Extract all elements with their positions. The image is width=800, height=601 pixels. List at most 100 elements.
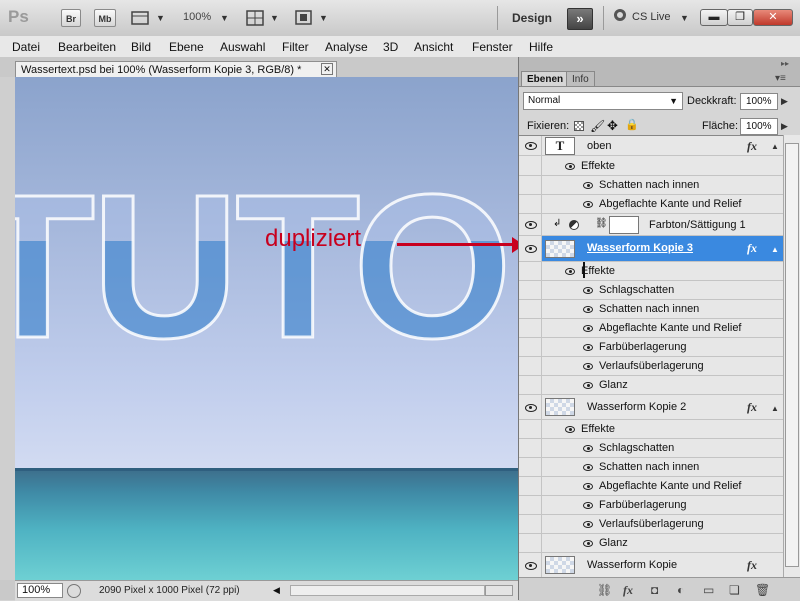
fx-icon[interactable]: fx	[747, 241, 757, 256]
effect-row[interactable]: Schatten nach innen	[519, 176, 783, 195]
eye-icon[interactable]	[525, 142, 537, 150]
view-extras-chevron-down-icon[interactable]: ▼	[156, 13, 165, 23]
arrange-documents-icon[interactable]	[246, 9, 268, 27]
opacity-slider-icon[interactable]: ▶	[781, 96, 788, 107]
new-layer-icon[interactable]: ❏	[729, 583, 740, 597]
effect-row[interactable]: Schlagschatten	[519, 439, 783, 458]
canvas[interactable]: TUTO TUTO TUTO	[15, 77, 518, 580]
status-info-icon[interactable]	[67, 584, 81, 598]
effect-row[interactable]: Abgeflachte Kante und Relief	[519, 195, 783, 214]
bridge-button[interactable]: Br	[61, 9, 81, 27]
new-group-icon[interactable]: ▭	[703, 583, 714, 597]
eye-icon[interactable]	[583, 483, 593, 490]
eye-icon[interactable]	[525, 404, 537, 412]
status-zoom-field[interactable]: 100%	[17, 583, 63, 598]
restore-button[interactable]: ❐	[727, 9, 753, 26]
layer-wasserform-kopie-3[interactable]: Wasserform Kopie 3 fx ▲	[519, 236, 783, 262]
effects-row[interactable]: Effekte	[519, 420, 783, 439]
lock-transparent-icon[interactable]	[574, 121, 584, 131]
view-extras-icon[interactable]	[131, 9, 153, 27]
eye-icon[interactable]	[583, 344, 593, 351]
arrange-chevron-down-icon[interactable]: ▼	[270, 13, 279, 23]
add-style-icon[interactable]: fx	[623, 583, 633, 598]
screen-mode-icon[interactable]	[294, 9, 316, 27]
eye-icon[interactable]	[583, 182, 593, 189]
zoom-chevron-down-icon[interactable]: ▼	[220, 13, 229, 23]
eye-icon[interactable]	[583, 445, 593, 452]
fx-icon[interactable]: fx	[747, 400, 757, 415]
screen-mode-chevron-down-icon[interactable]: ▼	[319, 13, 328, 23]
eye-icon[interactable]	[525, 245, 537, 253]
zoom-level[interactable]: 100%	[183, 11, 211, 23]
workspace-label[interactable]: Design	[512, 11, 552, 25]
eye-icon[interactable]	[583, 306, 593, 313]
document-tab[interactable]: Wassertext.psd bei 100% (Wasserform Kopi…	[15, 61, 337, 77]
eye-icon[interactable]	[565, 268, 575, 275]
menu-bearbeiten[interactable]: Bearbeiten	[58, 40, 116, 54]
fill-field[interactable]: 100%	[740, 118, 778, 135]
more-workspaces-icon[interactable]: »	[567, 8, 593, 30]
effect-row[interactable]: Farbüberlagerung	[519, 338, 783, 357]
eye-icon[interactable]	[583, 502, 593, 509]
menu-ansicht[interactable]: Ansicht	[414, 40, 453, 54]
cs-live-chevron-down-icon[interactable]: ▼	[680, 13, 689, 23]
effect-row[interactable]: Verlaufsüberlagerung	[519, 357, 783, 376]
close-document-icon[interactable]: ✕	[321, 63, 333, 75]
menu-hilfe[interactable]: Hilfe	[529, 40, 553, 54]
menu-auswahl[interactable]: Auswahl	[220, 40, 265, 54]
menu-filter[interactable]: Filter	[282, 40, 309, 54]
lock-all-icon[interactable]: 🔒	[625, 118, 639, 131]
layer-farbton-saettigung[interactable]: ↲ ⛓ Farbton/Sättigung 1	[519, 214, 783, 236]
menu-3d[interactable]: 3D	[383, 40, 398, 54]
effects-row[interactable]: Effekte	[519, 262, 783, 281]
tab-ebenen[interactable]: Ebenen	[521, 71, 570, 86]
collapse-panel-icon[interactable]: ▸▸	[781, 59, 789, 68]
collapse-effects-icon[interactable]: ▲	[771, 404, 779, 413]
layer-wasserform-kopie-2[interactable]: Wasserform Kopie 2 fx ▲	[519, 395, 783, 420]
layer-wasserform-kopie[interactable]: Wasserform Kopie fx	[519, 553, 783, 578]
lock-image-icon[interactable]: 🖌	[590, 119, 605, 133]
effect-row[interactable]: Glanz	[519, 534, 783, 553]
fx-icon[interactable]: fx	[747, 558, 757, 573]
layers-scroll-thumb[interactable]	[785, 143, 799, 567]
opacity-field[interactable]: 100%	[740, 93, 778, 110]
effect-row[interactable]: Schatten nach innen	[519, 458, 783, 477]
effect-row[interactable]: Verlaufsüberlagerung	[519, 515, 783, 534]
tab-info[interactable]: Info	[566, 71, 595, 86]
scroll-left-icon[interactable]: ◀	[273, 585, 280, 596]
collapse-effects-icon[interactable]: ▲	[771, 245, 779, 254]
link-layers-icon[interactable]: ⛓	[597, 583, 612, 597]
menu-ebene[interactable]: Ebene	[169, 40, 204, 54]
horizontal-scrollbar[interactable]	[290, 585, 485, 596]
cs-live-icon[interactable]	[614, 9, 626, 21]
collapse-effects-icon[interactable]: ▲	[771, 142, 779, 151]
eye-icon[interactable]	[583, 325, 593, 332]
menu-fenster[interactable]: Fenster	[472, 40, 513, 54]
blend-mode-select[interactable]: Normal ▼	[523, 92, 683, 110]
eye-icon[interactable]	[525, 562, 537, 570]
effect-row[interactable]: Farbüberlagerung	[519, 496, 783, 515]
eye-icon[interactable]	[583, 382, 593, 389]
menu-analyse[interactable]: Analyse	[325, 40, 368, 54]
lock-position-icon[interactable]: ✥	[607, 118, 618, 134]
effects-row[interactable]: Effekte	[519, 156, 783, 176]
add-mask-icon[interactable]: ◘	[651, 583, 658, 597]
horizontal-scroll-thumb[interactable]	[485, 585, 513, 596]
layer-oben[interactable]: T oben fx ▲	[519, 136, 783, 156]
eye-icon[interactable]	[583, 540, 593, 547]
effect-row[interactable]: Abgeflachte Kante und Relief	[519, 319, 783, 338]
effect-row[interactable]: Abgeflachte Kante und Relief	[519, 477, 783, 496]
eye-icon[interactable]	[565, 426, 575, 433]
eye-icon[interactable]	[583, 201, 593, 208]
close-window-button[interactable]: ✕	[753, 9, 793, 26]
effect-row[interactable]: Glanz	[519, 376, 783, 395]
menu-bild[interactable]: Bild	[131, 40, 151, 54]
eye-icon[interactable]	[525, 221, 537, 229]
delete-layer-icon[interactable]: 🗑	[755, 583, 770, 597]
eye-icon[interactable]	[583, 464, 593, 471]
mini-bridge-button[interactable]: Mb	[94, 9, 116, 27]
eye-icon[interactable]	[583, 363, 593, 370]
panel-menu-icon[interactable]: ▾≡	[775, 73, 786, 84]
effect-row[interactable]: Schlagschatten	[519, 281, 783, 300]
menu-datei[interactable]: Datei	[12, 40, 40, 54]
